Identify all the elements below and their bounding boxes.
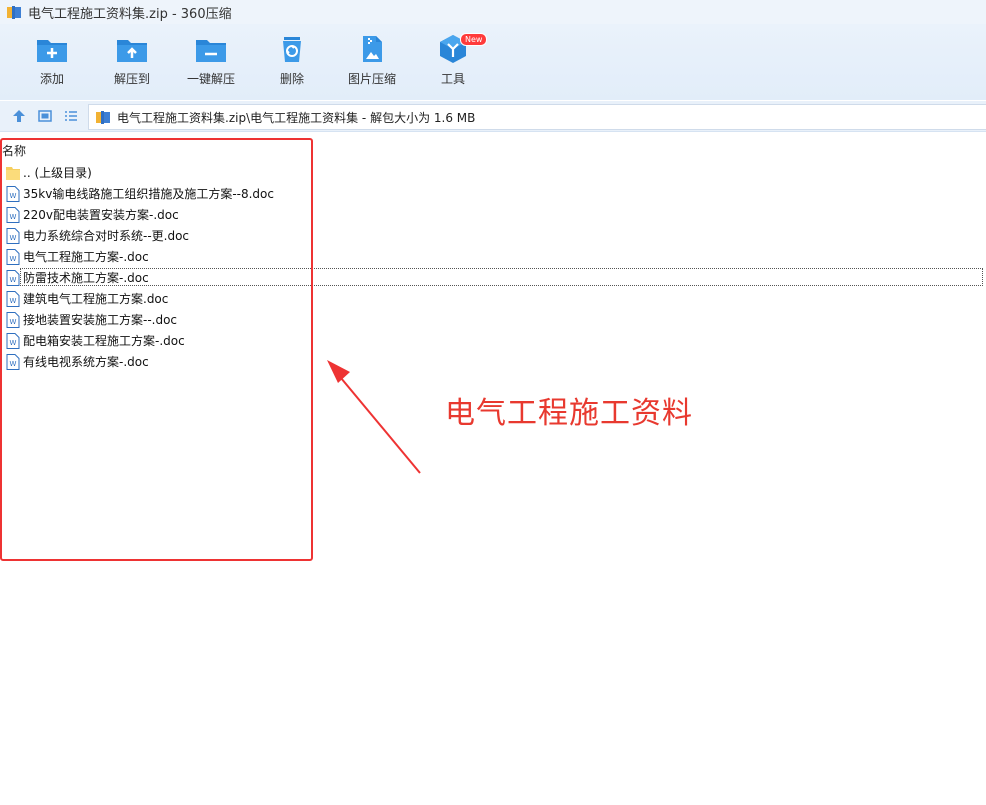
annotation-label: 电气工程施工资料 <box>445 396 693 431</box>
